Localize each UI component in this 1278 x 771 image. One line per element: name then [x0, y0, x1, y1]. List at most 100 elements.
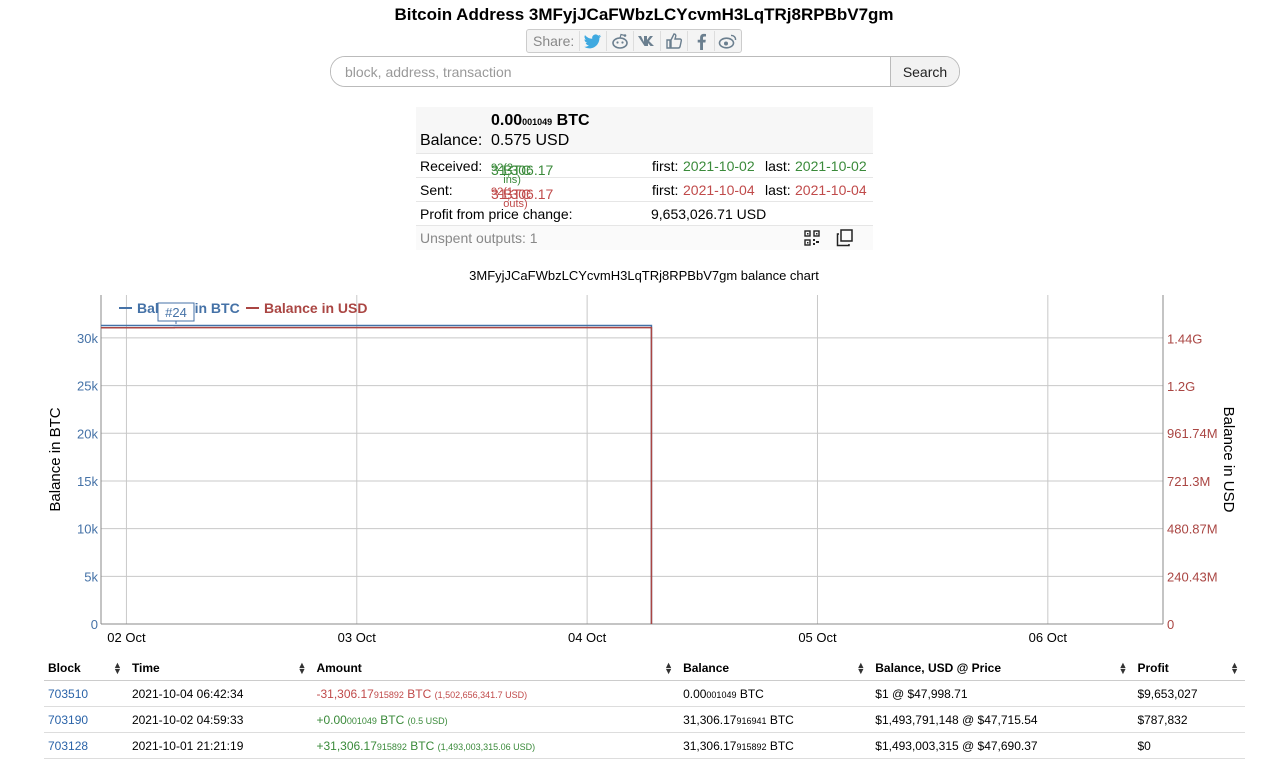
sent-label: Sent:: [420, 182, 453, 198]
facebook-icon[interactable]: [687, 31, 714, 51]
column-header[interactable]: Profit ▲ ▼: [1133, 656, 1245, 681]
qr-code-icon[interactable]: [804, 230, 820, 249]
amount-cell: -31,306.17915892 BTC (1,502,656,341.7 US…: [312, 680, 680, 707]
table-header-row: Block ▲ ▼ Time ▲ ▼ Amount ▲ ▼ Balance ▲ ▼ Balance, U…: [44, 656, 1245, 681]
balance-usd-cell: $1,493,003,315 @ $47,690.37: [871, 732, 1134, 759]
amount-cell: +0.00001049 BTC (0.5 USD): [312, 706, 680, 733]
x-tick-label: 02 Oct: [107, 630, 146, 645]
y2-tick-label: 721.3M: [1167, 474, 1210, 489]
received-row: Received: 31,306.17 92 BTC (2 ins) first:…: [416, 154, 873, 186]
balance-cell: 31,306.17915892 BTC: [679, 732, 872, 759]
sent-last: 2021-10-04: [795, 182, 867, 198]
y2-tick-label: 1.2G: [1167, 379, 1195, 394]
block-link[interactable]: 703128: [48, 739, 88, 753]
balance-label: Balance:: [420, 132, 483, 149]
balance-row: 0.00001049 BTC Balance: 0.575 USD: [416, 107, 873, 154]
profit-value: 9,653,026.71 USD: [651, 206, 767, 222]
block-link[interactable]: 703510: [48, 687, 88, 701]
received-first: 2021-10-02: [683, 158, 755, 174]
sent-first-label: first:: [652, 182, 679, 198]
amount-cell: +31,306.17915892 BTC (1,493,003,315.06 U…: [312, 732, 680, 759]
table-row: 703510 2021-10-04 06:42:34 -31,306.1791589…: [44, 680, 1245, 707]
search-button[interactable]: Search: [890, 57, 959, 86]
profit-row: Profit from price change: 9,653,026.71 U…: [416, 202, 873, 226]
y2-tick-label: 961.74M: [1167, 426, 1218, 441]
y2-tick-label: 1.44G: [1167, 331, 1202, 346]
sent-row: Sent: 31,306.17 92 BTC (1 outs) first: 20…: [416, 178, 873, 210]
sort-icon[interactable]: ▲ ▼: [856, 661, 865, 676]
vk-icon[interactable]: [633, 31, 660, 51]
y-tick-label: 20k: [77, 426, 98, 441]
annotation-label: #24: [165, 305, 187, 320]
profit-cell: $787,832: [1133, 706, 1245, 733]
sort-icon[interactable]: ▲ ▼: [1230, 661, 1239, 676]
balance-btc: 0.00001049 BTC: [491, 112, 590, 129]
block-cell: 703128: [44, 732, 128, 759]
sort-icon[interactable]: ▲ ▼: [298, 661, 307, 676]
time-cell: 2021-10-02 04:59:33: [127, 706, 313, 733]
column-header[interactable]: Amount ▲ ▼: [312, 656, 680, 681]
y2-tick-label: 240.43M: [1167, 569, 1218, 584]
column-header[interactable]: Balance, USD @ Price ▲ ▼: [871, 656, 1134, 681]
page-title: Bitcoin Address 3MFyjJCaFWbzLCYcvmH3LqTR…: [394, 5, 894, 24]
sort-icon[interactable]: ▲ ▼: [113, 661, 122, 676]
address-summary: 0.00001049 BTC Balance: 0.575 USD Receiv…: [416, 107, 873, 250]
y-axis-title: Balance in BTC: [47, 407, 64, 511]
transactions-table: Block ▲ ▼ Time ▲ ▼ Amount ▲ ▼ Balance ▲ ▼ Balance, U…: [44, 656, 1245, 759]
y-tick-label: 0: [91, 617, 98, 632]
share-label: Share:: [533, 33, 575, 49]
table-row: 703128 2021-10-01 21:21:19 +31,306.1791589…: [44, 732, 1245, 759]
received-first-label: first:: [652, 158, 679, 174]
copy-icon[interactable]: [836, 229, 854, 250]
column-header[interactable]: Block ▲ ▼: [44, 656, 128, 681]
y2-axis-title: Balance in USD: [1220, 407, 1237, 513]
sent-first: 2021-10-04: [683, 182, 755, 198]
profit-cell: $9,653,027: [1133, 680, 1245, 707]
like-icon[interactable]: [660, 31, 687, 51]
profit-cell: $0: [1133, 732, 1245, 759]
y2-tick-label: 0: [1167, 617, 1174, 632]
sort-icon[interactable]: ▲ ▼: [664, 661, 673, 676]
y2-tick-label: 480.87M: [1167, 522, 1218, 537]
x-tick-label: 06 Oct: [1029, 630, 1068, 645]
search-bar: Search: [330, 56, 960, 87]
sort-icon[interactable]: ▲ ▼: [1119, 661, 1128, 676]
chart-title: 3MFyjJCaFWbzLCYcvmH3LqTRj8RPBbV7gm balan…: [469, 268, 819, 283]
legend-usd-label: Balance in USD: [264, 300, 367, 316]
received-last-label: last:: [765, 158, 791, 174]
x-tick-label: 03 Oct: [338, 630, 377, 645]
balance-usd: 0.575 USD: [491, 132, 570, 149]
balance-cell: 0.00001049 BTC: [679, 680, 872, 707]
balance-chart: 0 5k 10k 15k 20k 25k 30k 0 240.43M 480.87M 721.3M 9…: [47, 295, 1237, 645]
table-row: 703190 2021-10-02 04:59:33 +0.00001049 BTC…: [44, 706, 1245, 733]
y-tick-label: 15k: [77, 474, 98, 489]
sent-last-label: last:: [765, 182, 791, 198]
y-tick-label: 5k: [84, 569, 98, 584]
reddit-icon[interactable]: [606, 31, 633, 51]
balance-cell: 31,306.17916941 BTC: [679, 706, 872, 733]
received-amount: 31,306.17 92 BTC (2 ins): [491, 162, 554, 186]
x-tick-label: 05 Oct: [798, 630, 837, 645]
weibo-icon[interactable]: [714, 31, 741, 51]
block-cell: 703190: [44, 706, 128, 733]
search-input[interactable]: [331, 57, 890, 86]
share-bar: Share:: [526, 29, 743, 53]
column-header[interactable]: Time ▲ ▼: [127, 656, 313, 681]
time-cell: 2021-10-04 06:42:34: [127, 680, 313, 707]
twitter-icon[interactable]: [579, 31, 606, 51]
balance-usd-cell: $1,493,791,148 @ $47,715.54: [871, 706, 1134, 733]
y-tick-label: 10k: [77, 522, 98, 537]
received-label: Received:: [420, 158, 483, 174]
unspent-outputs: Unspent outputs: 1: [420, 230, 538, 246]
sent-amount: 31,306.17 92 BTC (1 outs): [491, 186, 554, 210]
block-link[interactable]: 703190: [48, 713, 88, 727]
unspent-row: Unspent outputs: 1: [416, 226, 873, 250]
time-cell: 2021-10-01 21:21:19: [127, 732, 313, 759]
balance-usd-cell: $1 @ $47,998.71: [871, 680, 1134, 707]
received-last: 2021-10-02: [795, 158, 867, 174]
y-tick-label: 25k: [77, 379, 98, 394]
x-tick-label: 04 Oct: [568, 630, 607, 645]
profit-label: Profit from price change:: [420, 206, 573, 222]
usd-balance-line: [101, 326, 653, 624]
column-header[interactable]: Balance ▲ ▼: [679, 656, 872, 681]
